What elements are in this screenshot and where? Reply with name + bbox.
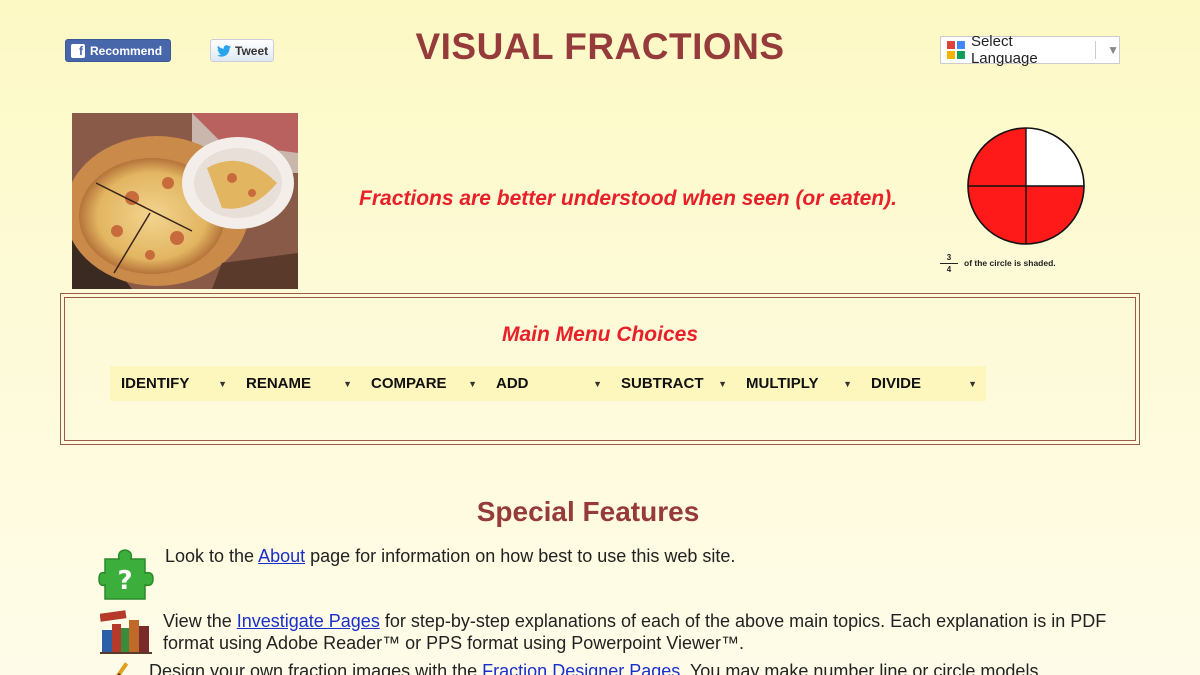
three-quarter-circle-icon [967, 127, 1085, 245]
investigate-pages-link[interactable]: Investigate Pages [237, 611, 380, 631]
pizza-photo [72, 113, 298, 289]
fraction-denominator: 4 [946, 264, 952, 274]
language-selector[interactable]: Select Language ▼ [940, 33, 1120, 67]
caret-down-icon: ▼ [718, 378, 727, 389]
menu-identify[interactable]: IDENTIFY ▼ [110, 366, 235, 401]
google-translate-icon [947, 41, 965, 59]
pencil-icon [115, 662, 129, 675]
main-menu-panel: Main Menu Choices IDENTIFY ▼ RENAME ▼ CO… [60, 293, 1140, 445]
feature-about-text-before: Look to the [165, 546, 259, 566]
fraction-numerator: 3 [946, 252, 952, 262]
main-menu-inner-border: Main Menu Choices IDENTIFY ▼ RENAME ▼ CO… [64, 297, 1136, 441]
menu-compare[interactable]: COMPARE ▼ [360, 366, 485, 401]
fraction-caption-text: of the circle is shaded. [964, 258, 1056, 268]
feature-designer-text-before: Design your own fraction images with the [149, 661, 483, 675]
feature-designer: Design your own fraction images with the… [149, 660, 1179, 675]
feature-designer-text-after: . You may make number line or circle mod… [680, 661, 1044, 675]
about-link[interactable]: About [258, 546, 305, 566]
fraction-bar [940, 262, 958, 264]
language-selector-label: Select Language [970, 33, 1038, 67]
special-features-title: Special Features [476, 496, 700, 527]
caret-down-icon: ▼ [593, 378, 602, 389]
caret-down-icon: ▼ [843, 378, 852, 389]
menu-item-label: MULTIPLY [746, 375, 819, 392]
menu-divide[interactable]: DIVIDE ▼ [860, 366, 985, 401]
caret-down-icon: ▼ [468, 378, 477, 389]
main-menu-title: Main Menu Choices [501, 323, 699, 346]
menu-item-label: SUBTRACT [621, 375, 704, 392]
language-divider [1095, 41, 1097, 59]
menu-item-label: RENAME [246, 375, 312, 392]
tagline: Fractions are better understood when see… [359, 187, 897, 210]
fraction-designer-link[interactable]: Fraction Designer Pages [482, 661, 680, 675]
caret-down-icon: ▼ [968, 378, 977, 389]
menu-item-label: DIVIDE [871, 375, 922, 392]
caret-down-icon: ▼ [343, 378, 352, 389]
menu-item-label: COMPARE [371, 375, 447, 392]
menu-rename[interactable]: RENAME ▼ [235, 366, 360, 401]
puzzle-question-icon: ? [98, 549, 154, 600]
books-icon [100, 610, 152, 654]
menu-item-label: IDENTIFY [121, 375, 190, 392]
caret-down-icon: ▼ [218, 378, 227, 389]
fraction-three-quarters: 3 4 [940, 253, 958, 274]
menu-item-label: ADD [496, 375, 529, 392]
main-menu-bar: IDENTIFY ▼ RENAME ▼ COMPARE ▼ ADD ▼ SUBT… [110, 366, 986, 401]
dropdown-arrow-icon: ▼ [1107, 43, 1120, 57]
menu-multiply[interactable]: MULTIPLY ▼ [735, 366, 860, 401]
feature-investigate-text-before: View the [163, 611, 237, 631]
svg-text:?: ? [117, 566, 132, 596]
menu-add[interactable]: ADD ▼ [485, 366, 610, 401]
feature-about: Look to the About page for information o… [165, 545, 1125, 567]
fraction-caption: 3 4 of the circle is shaded. [940, 247, 1056, 279]
menu-subtract[interactable]: SUBTRACT ▼ [610, 366, 735, 401]
feature-investigate: View the Investigate Pages for step-by-s… [163, 610, 1123, 654]
feature-about-text-after: page for information on how best to use … [305, 546, 736, 566]
